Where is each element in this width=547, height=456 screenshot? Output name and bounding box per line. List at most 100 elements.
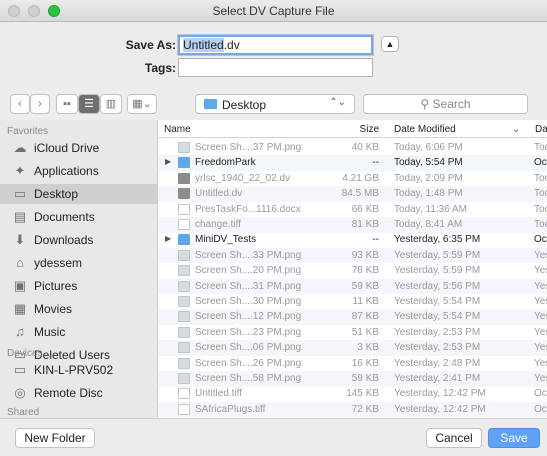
file-row[interactable]: Screen Sh....37 PM.png 40 KB Today, 6:06 P… xyxy=(158,140,547,156)
file-icon xyxy=(178,265,190,277)
file-size: 11 KB xyxy=(352,296,380,307)
expand-collapse-button[interactable]: ▲ xyxy=(381,36,399,52)
file-row[interactable]: PresTaskFo...1116.docx 66 KB Today, 11:36 … xyxy=(158,202,547,218)
disclosure-triangle-icon[interactable]: ▶ xyxy=(165,234,171,243)
folder-row[interactable]: ▶FreedomPark--Today, 5:54 PMOct xyxy=(158,155,547,171)
sidebar-item-downloads[interactable]: ⬇ Downloads xyxy=(0,230,157,250)
columns-icon: ▥ xyxy=(105,98,117,110)
forward-button[interactable]: › xyxy=(30,94,50,114)
file-row[interactable]: Screen Sh....31 PM.png 59 KB Yesterday, 5:… xyxy=(158,278,547,295)
file-row[interactable]: Screen Sh....06 PM.png 3 KB Yesterday, 2:5… xyxy=(158,340,547,356)
sidebar: Favorites ☁ iCloud Drive ✦ Applications ▭ Des… xyxy=(0,120,158,418)
sidebar-item-music[interactable]: ♫ Music xyxy=(0,322,157,342)
file-date-modified: Yesterday, 12:42 PM xyxy=(394,388,486,400)
file-row[interactable]: Screen Sh....26 PM.png 16 KB Yesterday, 2:… xyxy=(158,356,547,372)
file-date-added: Oct xyxy=(534,388,547,400)
back-button[interactable]: ‹ xyxy=(10,94,30,114)
file-row[interactable]: Screen Sh....33 PM.png 93 KB Yesterday, 5:… xyxy=(158,247,547,264)
file-date-added: Yes xyxy=(534,357,547,369)
file-list: Name Size Date Modified ⌄ Dat Screen Sh.… xyxy=(158,120,547,418)
file-size: 59 KB xyxy=(351,373,379,384)
file-row[interactable]: Screen Sh....12 PM.png 87 KB Yesterday, 5:… xyxy=(158,309,547,325)
file-date-added: Yes xyxy=(534,311,547,323)
sidebar-item-label: iCloud Drive xyxy=(34,141,100,155)
file-date-added: Yes xyxy=(534,296,547,307)
cancel-button[interactable]: Cancel xyxy=(426,428,482,448)
save-as-field[interactable]: Untitled.dv xyxy=(178,35,373,55)
file-row[interactable]: change.tiff81 KBToday, 8:41 AMToc xyxy=(158,217,547,233)
sidebar-item-remote-disc[interactable]: ◎ Remote Disc xyxy=(0,383,157,403)
desktop-icon: ▭ xyxy=(13,186,27,201)
sidebar-item-ydessem[interactable]: ⌂ ydessem xyxy=(0,253,157,273)
applications-icon: ✦ xyxy=(14,163,26,178)
file-size: 93 KB xyxy=(351,249,379,261)
file-date-modified: Today, 8:41 AM xyxy=(394,219,463,230)
sidebar-item-label: KIN-L-PRV502 xyxy=(34,363,114,377)
sidebar-item-kin-l-prv502[interactable]: ▭ KIN-L-PRV502 xyxy=(0,360,157,380)
tags-field[interactable] xyxy=(178,58,373,77)
file-icon xyxy=(178,172,190,184)
file-size: 3 KB xyxy=(357,342,379,354)
file-date-modified: Yesterday, 5:54 PM xyxy=(394,311,481,323)
up-down-chevron-icon: ⌃⌄ xyxy=(329,97,346,108)
file-date-added: Oct xyxy=(534,234,547,246)
file-row[interactable]: Untitled.dv84.5 MBToday, 1:48 PMToc xyxy=(158,186,547,202)
sidebar-item-label: Downloads xyxy=(34,233,94,247)
file-icon xyxy=(178,342,190,354)
file-row[interactable]: Screen Sh....30 PM.png 11 KB Yesterday, 5:… xyxy=(158,294,547,310)
icon-view-button[interactable]: ▪▪ xyxy=(56,94,78,114)
folder-icon xyxy=(178,234,190,246)
save-button[interactable]: Save xyxy=(488,428,540,448)
sidebar-item-applications[interactable]: ✦ Applications xyxy=(0,161,157,181)
search-icon: ⚲ xyxy=(420,97,430,111)
chevron-right-icon: › xyxy=(38,98,42,110)
file-date-added: Toc xyxy=(534,219,547,230)
sidebar-item-icloud-drive[interactable]: ☁ iCloud Drive xyxy=(0,138,157,158)
column-date-added-header[interactable]: Dat xyxy=(535,124,547,135)
tags-label: Tags: xyxy=(144,61,176,75)
file-icon xyxy=(178,373,190,384)
file-size: 16 KB xyxy=(351,357,379,369)
file-date-modified: Today, 2:09 PM xyxy=(394,172,463,184)
file-icon xyxy=(178,280,190,292)
window-title: Select DV Capture File xyxy=(212,4,335,18)
sidebar-item-movies[interactable]: ▦ Movies xyxy=(0,299,157,319)
file-row[interactable]: Untitled.tiff 145 KB Yesterday, 12:42 PM Oc… xyxy=(158,386,547,402)
folder-icon xyxy=(178,157,190,169)
search-field[interactable]: ⚲ Search xyxy=(363,94,528,114)
file-size: 59 KB xyxy=(351,280,379,292)
grid-icon: ▪▪ xyxy=(63,98,71,110)
column-date-header[interactable]: Date Modified xyxy=(394,124,456,135)
file-row[interactable]: Screen Sh....23 PM.png 51 KB Yesterday, 2:… xyxy=(158,325,547,341)
sort-chevron-icon: ⌄ xyxy=(512,124,521,135)
pictures-icon: ▣ xyxy=(13,278,27,293)
file-date-added: Toc xyxy=(534,172,547,184)
file-row[interactable]: Screen Sh....20 PM.png 78 KB Yesterday, 5:… xyxy=(158,263,547,279)
music-icon: ♫ xyxy=(15,324,25,339)
chevron-up-icon: ▲ xyxy=(385,39,395,49)
new-folder-button[interactable]: New Folder xyxy=(15,428,95,448)
sidebar-item-label: Remote Disc xyxy=(34,386,103,400)
file-date-modified: Yesterday, 2:53 PM xyxy=(394,342,481,354)
file-row[interactable]: yrlsc_1940_22_02.dv 4.21 GB Today, 2:09 PM… xyxy=(158,171,547,187)
file-date-modified: Yesterday, 6:35 PM xyxy=(394,234,481,246)
file-icon xyxy=(178,311,190,323)
file-row[interactable]: SAfricaPlugs.tiff 72 KB Yesterday, 12:42 P… xyxy=(158,401,547,418)
sidebar-item-desktop[interactable]: ▭ Desktop xyxy=(0,184,157,204)
sidebar-item-documents[interactable]: ▤ Documents xyxy=(0,207,157,227)
documents-icon: ▤ xyxy=(13,209,27,224)
file-date-modified: Today, 5:54 PM xyxy=(394,157,463,169)
column-name-header[interactable]: Name xyxy=(164,124,191,135)
location-popup[interactable]: Desktop ⌃⌄ xyxy=(195,94,355,114)
file-row[interactable]: Screen Sh....58 PM.png 59 KB Yesterday, 2:… xyxy=(158,371,547,387)
folder-row[interactable]: ▶MiniDV_Tests--Yesterday, 6:35 PMOct xyxy=(158,232,547,248)
sidebar-item-label: Music xyxy=(34,325,66,339)
file-size: -- xyxy=(372,157,379,169)
disclosure-triangle-icon[interactable]: ▶ xyxy=(165,157,171,166)
column-size-header[interactable]: Size xyxy=(341,124,379,135)
sidebar-item-pictures[interactable]: ▣ Pictures xyxy=(0,276,157,296)
column-view-button[interactable]: ▥ xyxy=(100,94,122,114)
group-options-button[interactable]: ▦⌄ xyxy=(127,94,157,114)
list-view-button[interactable]: ☰ xyxy=(78,94,100,114)
list-icon: ☰ xyxy=(84,98,94,110)
